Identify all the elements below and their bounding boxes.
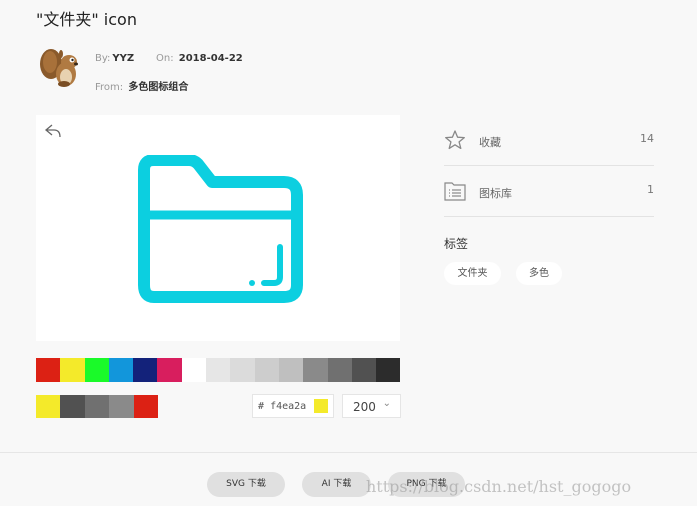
color-swatch[interactable]	[84, 358, 109, 382]
favorite-count: 14	[640, 132, 654, 145]
color-swatch[interactable]	[303, 358, 328, 382]
source-value[interactable]: 多色图标组合	[128, 82, 188, 93]
star-icon[interactable]	[444, 129, 466, 151]
ai-download-button[interactable]: AI 下载	[302, 472, 371, 497]
tag-multicolor[interactable]: 多色	[516, 262, 562, 285]
date-value: 2018-04-22	[178, 53, 243, 64]
library-row[interactable]: 图标库 1	[444, 166, 654, 217]
svg-download-button[interactable]: SVG 下载	[207, 472, 285, 497]
icon-preview	[36, 115, 400, 341]
source-label: From:	[95, 82, 124, 93]
color-swatch[interactable]	[60, 358, 85, 382]
recent-color-swatch[interactable]	[84, 395, 110, 418]
author-meta: By: YYZ	[95, 53, 134, 64]
source-meta: From: 多色图标组合	[95, 78, 188, 93]
recent-color-swatch[interactable]	[133, 395, 158, 418]
date-label: On:	[156, 53, 174, 64]
color-hex-value: # f4ea2a	[258, 401, 307, 412]
date-meta: On: 2018-04-22	[156, 53, 243, 64]
color-swatch[interactable]	[157, 358, 182, 382]
color-swatch[interactable]	[36, 358, 61, 382]
color-swatch[interactable]	[376, 358, 401, 382]
chevron-down-icon: ⌄	[382, 398, 391, 409]
library-label: 图标库	[479, 187, 512, 200]
size-value: 200	[353, 400, 376, 414]
color-hex-input[interactable]: # f4ea2a	[252, 394, 334, 418]
color-swatch[interactable]	[327, 358, 352, 382]
color-palette	[36, 358, 401, 382]
color-swatch[interactable]	[133, 358, 158, 382]
color-swatch[interactable]	[230, 358, 255, 382]
footer-divider	[0, 452, 697, 453]
recent-colors	[36, 395, 158, 418]
avatar[interactable]	[36, 44, 84, 92]
recent-color-swatch[interactable]	[60, 395, 85, 418]
png-download-button[interactable]: PNG 下载	[388, 472, 465, 497]
author-value[interactable]: YYZ	[112, 53, 134, 64]
color-swatch[interactable]	[278, 358, 304, 382]
tags-heading: 标签	[444, 237, 469, 251]
size-select[interactable]: 200 ⌄	[342, 394, 401, 418]
color-swatch[interactable]	[108, 358, 134, 382]
library-count: 1	[647, 183, 654, 196]
undo-icon[interactable]	[44, 123, 62, 139]
icon-library-icon	[444, 182, 466, 201]
color-swatch[interactable]	[181, 358, 207, 382]
page-title: "文件夹" icon	[36, 10, 137, 29]
folder-icon	[138, 155, 303, 303]
tag-folder[interactable]: 文件夹	[444, 262, 501, 285]
favorite-row[interactable]: 收藏 14	[444, 115, 654, 166]
color-swatch[interactable]	[351, 358, 377, 382]
color-swatch[interactable]	[206, 358, 231, 382]
recent-color-swatch[interactable]	[36, 395, 61, 418]
recent-color-swatch[interactable]	[109, 395, 134, 418]
color-chip[interactable]	[314, 399, 328, 413]
color-swatch[interactable]	[254, 358, 279, 382]
favorite-label: 收藏	[479, 136, 501, 149]
author-label: By:	[95, 53, 111, 64]
